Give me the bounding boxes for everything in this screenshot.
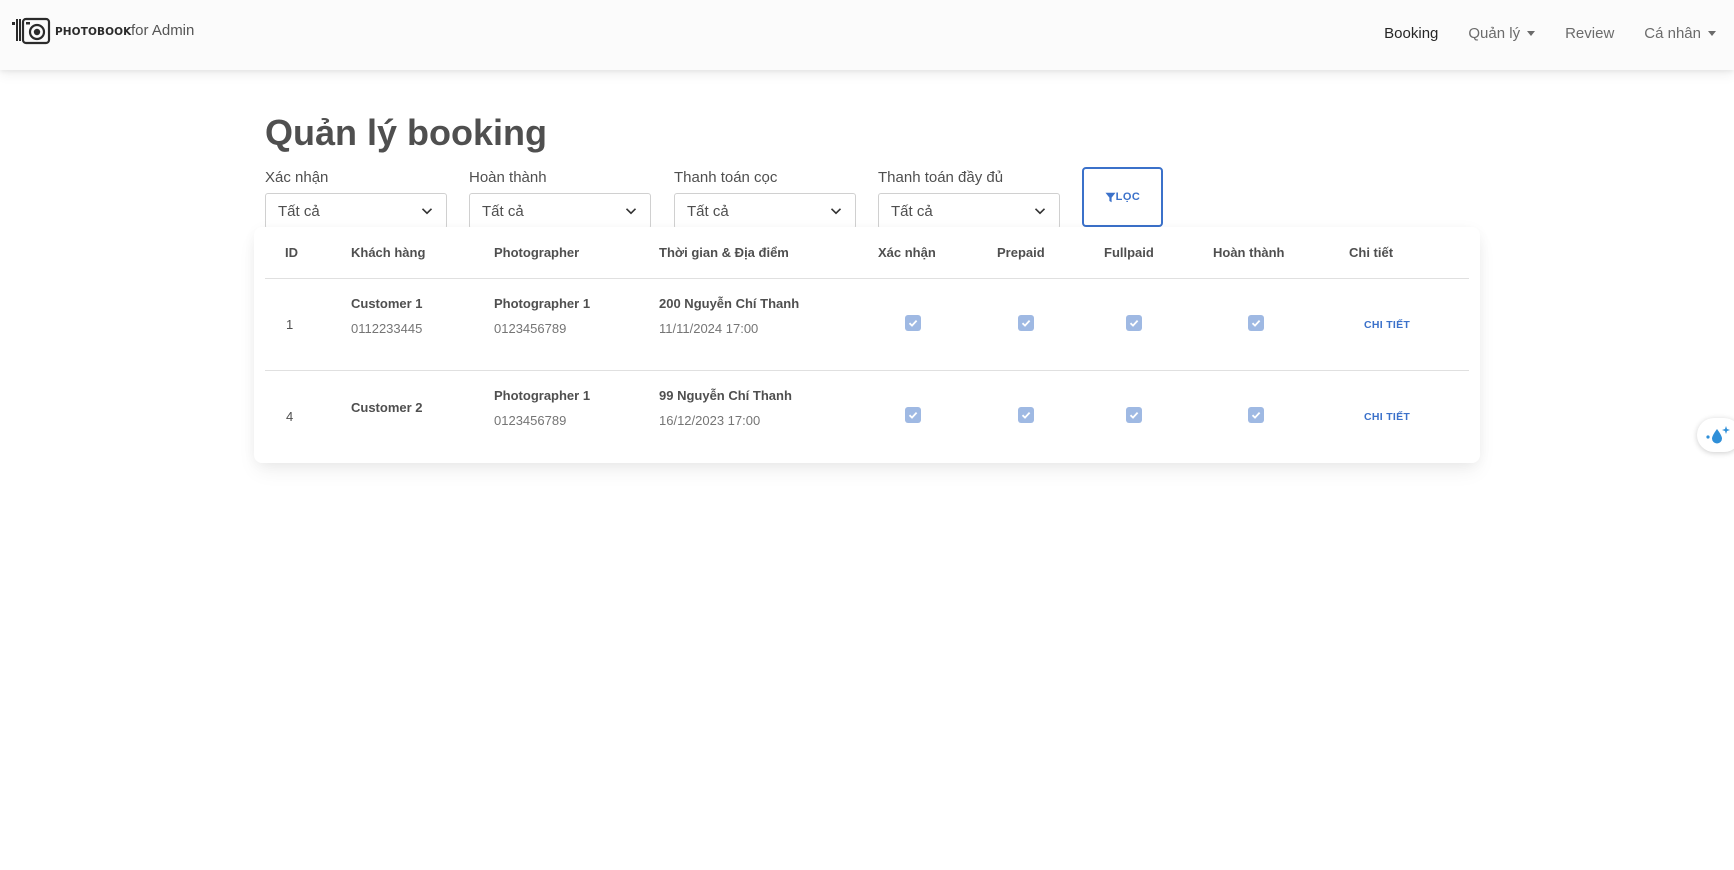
camera-logo-icon <box>12 16 52 46</box>
cell-time: 11/11/2024 17:00 <box>659 321 759 336</box>
filter-label: Hoàn thành <box>469 169 547 186</box>
page-title: Quản lý booking <box>265 112 548 153</box>
table-row: 4 Customer 2 Photographer 1 0123456789 9… <box>265 371 1469 463</box>
nav-item-review[interactable]: Review <box>1565 25 1614 42</box>
filter-button-label: LỌC <box>1115 191 1141 203</box>
cell-id: 1 <box>286 317 294 332</box>
table-row: 1 Customer 1 0112233445 Photographer 1 0… <box>265 279 1469 371</box>
column-header-thoi-gian: Thời gian & Địa điểm <box>659 245 789 260</box>
fullpaid-checkbox[interactable] <box>1126 407 1142 423</box>
filter-select-thanh-toan-coc[interactable]: Tất cả <box>674 193 856 229</box>
cell-location: 200 Nguyễn Chí Thanh <box>659 296 800 311</box>
nav-item-label: Review <box>1565 25 1615 42</box>
filter-label: Thanh toán cọc <box>674 169 778 186</box>
table-header-row: ID Khách hàng Photographer Thời gian & Đ… <box>265 227 1469 279</box>
filter-select-value: Tất cả <box>482 202 524 220</box>
filter-select-value: Tất cả <box>278 202 320 220</box>
filter-thanh-toan-coc: Thanh toán cọc Tất cả <box>674 169 856 229</box>
column-header-prepaid: Prepaid <box>997 245 1045 260</box>
filter-hoan-thanh: Hoàn thành Tất cả <box>469 169 651 229</box>
cell-photographer-name: Photographer 1 <box>494 388 591 403</box>
chevron-down-icon <box>625 208 637 215</box>
cell-photographer-phone: 0123456789 <box>494 321 567 336</box>
column-header-xac-nhan: Xác nhận <box>878 245 936 260</box>
chevron-down-icon <box>421 208 433 215</box>
cell-photographer-name: Photographer 1 <box>494 296 591 311</box>
main-nav: Booking Quản lý Review Cá nhân <box>1354 25 1716 42</box>
filter-xac-nhan: Xác nhận Tất cả <box>265 169 447 229</box>
filter-select-value: Tất cả <box>891 202 933 220</box>
filter-thanh-toan-day-du: Thanh toán đầy đủ Tất cả <box>878 169 1060 229</box>
chevron-down-icon <box>1034 208 1046 215</box>
nav-item-ca-nhan[interactable]: Cá nhân <box>1644 25 1716 42</box>
water-drop-sparkle-icon <box>1706 426 1730 444</box>
column-header-chi-tiet: Chi tiết <box>1349 245 1394 260</box>
cell-location: 99 Nguyễn Chí Thanh <box>659 388 792 403</box>
cell-id: 4 <box>286 409 294 424</box>
floating-assistant-button[interactable] <box>1697 418 1734 452</box>
column-header-hoan-thanh: Hoàn thành <box>1213 245 1285 260</box>
filter-label: Xác nhận <box>265 169 329 186</box>
filter-button[interactable]: LỌC <box>1082 167 1163 227</box>
cell-photographer-phone: 0123456789 <box>494 413 567 428</box>
caret-down-icon <box>1708 31 1716 36</box>
detail-button[interactable]: CHI TIẾT <box>1364 411 1410 423</box>
navbar: PHOTOBOOK for Admin Booking Quản lý Revi… <box>0 0 1734 70</box>
fullpaid-checkbox[interactable] <box>1126 315 1142 331</box>
completed-checkbox[interactable] <box>1248 407 1264 423</box>
filter-select-hoan-thanh[interactable]: Tất cả <box>469 193 651 229</box>
prepaid-checkbox[interactable] <box>1018 315 1034 331</box>
column-header-photographer: Photographer <box>494 245 580 260</box>
caret-down-icon <box>1527 31 1536 36</box>
completed-checkbox[interactable] <box>1248 315 1264 331</box>
cell-customer-name: Customer 2 <box>351 400 423 415</box>
confirmed-checkbox[interactable] <box>905 407 921 423</box>
nav-item-booking[interactable]: Booking <box>1384 25 1438 42</box>
cell-customer-phone: 0112233445 <box>351 321 423 336</box>
nav-item-label: Quản lý <box>1468 25 1521 42</box>
column-header-khach-hang: Khách hàng <box>351 245 426 260</box>
filter-icon <box>1105 192 1116 202</box>
cell-time: 16/12/2023 17:00 <box>659 413 761 428</box>
filter-select-thanh-toan-day-du[interactable]: Tất cả <box>878 193 1060 229</box>
prepaid-checkbox[interactable] <box>1018 407 1034 423</box>
column-header-id: ID <box>285 245 298 260</box>
detail-button[interactable]: CHI TIẾT <box>1364 319 1410 331</box>
nav-item-label: Cá nhân <box>1644 25 1701 42</box>
confirmed-checkbox[interactable] <box>905 315 921 331</box>
chevron-down-icon <box>830 208 842 215</box>
column-header-fullpaid: Fullpaid <box>1104 245 1154 260</box>
filter-select-value: Tất cả <box>687 202 729 220</box>
filter-label: Thanh toán đầy đủ <box>878 169 1004 186</box>
brand-subtitle: for Admin <box>131 22 195 39</box>
brand-logo-link[interactable]: PHOTOBOOK <box>12 16 131 46</box>
cell-customer-name: Customer 1 <box>351 296 423 311</box>
nav-item-label: Booking <box>1384 25 1439 42</box>
filter-select-xac-nhan[interactable]: Tất cả <box>265 193 447 229</box>
booking-table-card: ID Khách hàng Photographer Thời gian & Đ… <box>254 227 1480 463</box>
nav-item-quan-ly[interactable]: Quản lý <box>1468 25 1536 42</box>
brand-wordmark: PHOTOBOOK <box>55 26 132 38</box>
